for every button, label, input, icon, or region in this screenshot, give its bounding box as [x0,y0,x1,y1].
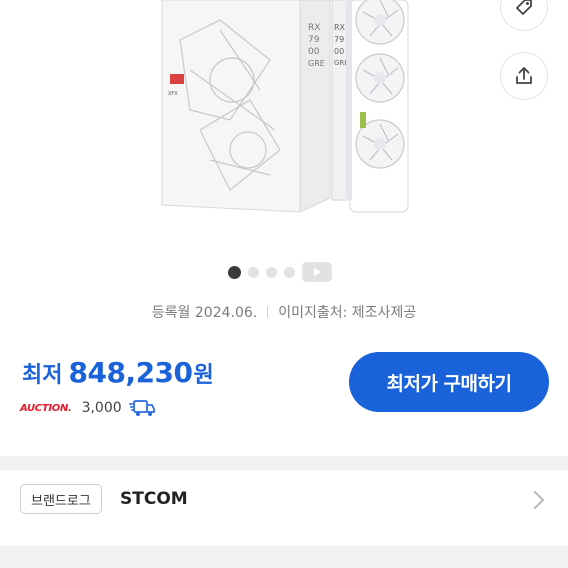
share-icon [516,67,532,84]
svg-text:00: 00 [334,47,344,56]
gallery-dot[interactable] [248,266,259,278]
section-divider [0,546,568,568]
share-button[interactable] [500,52,548,100]
lowest-price: 최저 848,230 원 [22,356,214,389]
mall-info[interactable]: AUCTION. 3,000 [20,398,156,418]
svg-text:79: 79 [308,35,320,45]
image-source: 이미지출처: 제조사제공 [278,305,417,321]
price-label: 최저 [22,363,63,388]
auction-logo: AUCTION. [20,402,72,414]
tag-icon [516,0,532,15]
svg-text:GRE: GRE [308,59,325,68]
meta-divider [267,306,269,318]
delivery-truck-icon [128,400,155,416]
gallery-dot[interactable] [266,266,277,278]
brand-logo-chip: 브랜드로그 [20,484,102,514]
gallery-dot-active[interactable] [228,265,241,279]
svg-text:RX: RX [308,23,320,33]
buy-lowest-price-button[interactable]: 최저가 구매하기 [349,352,549,412]
product-meta: 등록월 2024.06. 이미지출처: 제조사제공 [0,302,568,322]
brand-name: STCOM [120,489,188,509]
registered-date: 등록월 2024.06. [151,305,258,321]
gallery-dot[interactable] [284,266,295,278]
chevron-right-icon [534,491,544,509]
tag-button[interactable] [500,0,548,31]
product-image: XFX RX 79 00 GRE RX 79 00 GRE [161,0,409,213]
svg-text:RX: RX [334,23,346,32]
gallery-indicator [228,262,332,282]
svg-text:XFX: XFX [168,91,178,97]
price-value: 848,230 [68,356,193,389]
svg-text:79: 79 [334,35,344,44]
gallery-video-dot[interactable] [302,262,332,282]
shipping-fee: 3,000 [81,400,122,416]
section-divider [0,456,568,470]
price-unit: 원 [193,363,214,388]
play-icon [314,268,321,276]
svg-text:00: 00 [308,47,320,57]
brand-row[interactable]: 브랜드로그 STCOM [0,471,568,531]
